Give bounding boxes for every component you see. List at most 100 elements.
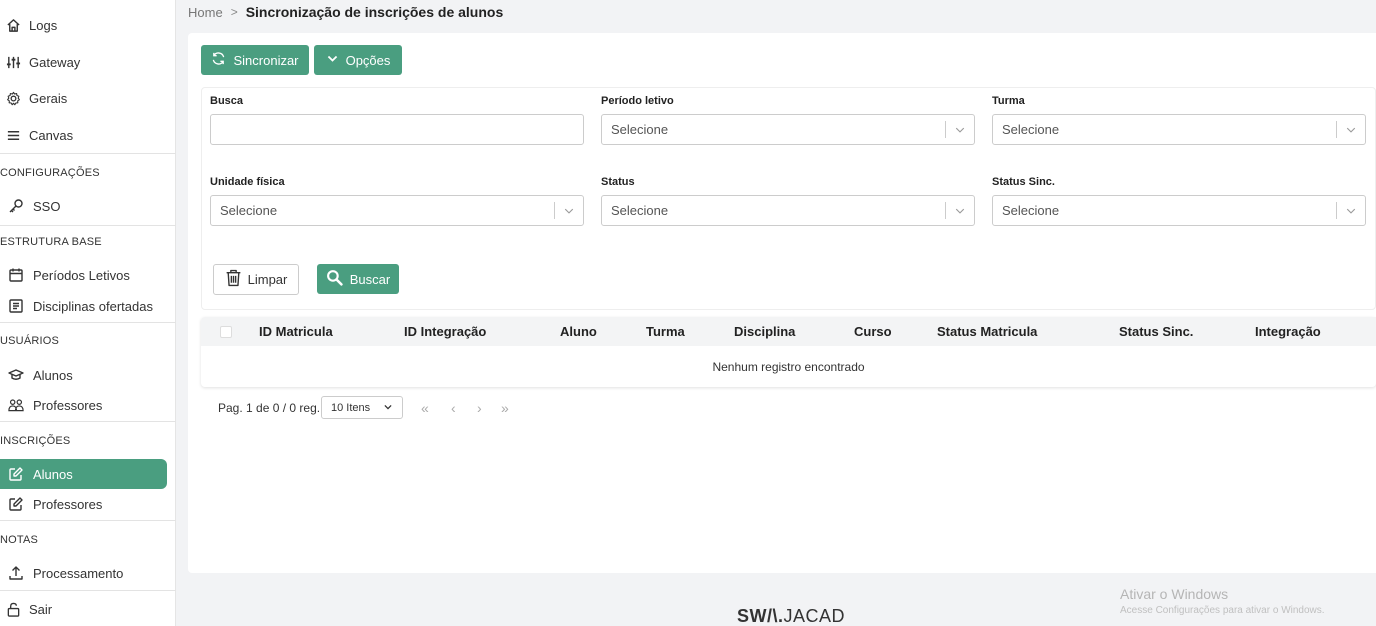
busca-label: Busca	[210, 95, 244, 107]
logo-text-part3: JACAD	[783, 606, 846, 626]
sidebar-item-label: Professores	[33, 397, 103, 413]
turma-placeholder: Selecione	[1002, 122, 1060, 137]
status-label: Status	[601, 176, 635, 188]
sync-button[interactable]: Sincronizar	[201, 45, 309, 75]
chevron-down-icon	[946, 205, 974, 217]
sidebar-item-alunos-usuarios[interactable]: Alunos	[0, 360, 176, 390]
sidebar-item-disciplinas[interactable]: Disciplinas ofertadas	[0, 291, 176, 321]
search-button[interactable]: Buscar	[317, 264, 399, 294]
sidebar-item-label: Alunos	[33, 466, 73, 482]
section-label-inscricoes: INSCRIÇÕES	[0, 435, 71, 447]
sidebar-item-label: Processamento	[33, 565, 124, 581]
sidebar-item-label: Gerais	[29, 90, 68, 106]
clear-button[interactable]: Limpar	[213, 264, 299, 295]
sidebar-item-alunos-inscricoes[interactable]: Alunos	[0, 459, 167, 489]
results-table: ID Matricula ID Integração Aluno Turma D…	[201, 317, 1376, 387]
sidebar-item-label: Professores	[33, 496, 103, 512]
edit-icon	[8, 466, 24, 482]
windows-activation-subtitle: Acesse Configurações para ativar o Windo…	[1120, 605, 1325, 616]
gear-icon	[5, 90, 21, 106]
column-header-status-sinc[interactable]: Status Sinc.	[1119, 324, 1193, 339]
sidebar-item-processamento[interactable]: Processamento	[0, 558, 176, 588]
column-header-id-integracao[interactable]: ID Integração	[404, 324, 486, 339]
edit-icon	[8, 496, 24, 512]
unidade-select[interactable]: Selecione	[210, 195, 584, 226]
breadcrumb-home-link[interactable]: Home	[188, 5, 223, 20]
page-title: Sincronização de inscrições de alunos	[245, 4, 504, 20]
book-icon	[8, 298, 24, 314]
per-page-select[interactable]: 10 Itens	[321, 396, 403, 419]
section-label-notas: NOTAS	[0, 534, 39, 546]
options-button-label: Opções	[345, 52, 391, 68]
column-header-turma[interactable]: Turma	[646, 324, 685, 339]
divider	[0, 421, 176, 422]
chevron-down-icon	[555, 205, 583, 217]
turma-select[interactable]: Selecione	[992, 114, 1366, 145]
column-header-disciplina[interactable]: Disciplina	[734, 324, 795, 339]
sidebar-item-professores-usuarios[interactable]: Professores	[0, 390, 176, 420]
sidebar-item-label: Gateway	[29, 54, 81, 70]
status-placeholder: Selecione	[611, 203, 669, 218]
divider	[0, 520, 176, 521]
unidade-placeholder: Selecione	[220, 203, 278, 218]
chevron-down-icon	[326, 52, 339, 68]
upload-icon	[8, 565, 24, 581]
section-label-usuarios: USUÁRIOS	[0, 335, 60, 347]
status-sinc-select[interactable]: Selecione	[992, 195, 1366, 226]
empty-state-text: Nenhum registro encontrado	[712, 360, 865, 374]
trash-icon	[225, 269, 242, 290]
sync-button-label: Sincronizar	[233, 52, 299, 68]
sliders-icon	[5, 54, 21, 70]
sidebar-item-label: SSO	[33, 198, 61, 214]
windows-activation-title: Ativar o Windows	[1120, 586, 1229, 602]
first-page-icon[interactable]: «	[421, 400, 429, 416]
sidebar-item-gerais[interactable]: Gerais	[0, 83, 176, 113]
turma-label: Turma	[992, 95, 1025, 107]
key-icon	[8, 198, 24, 214]
sidebar-item-label: Sair	[29, 601, 53, 617]
sidebar-item-canvas[interactable]: Canvas	[0, 120, 176, 150]
status-sinc-label: Status Sinc.	[992, 176, 1055, 188]
sidebar-item-label: Alunos	[33, 367, 73, 383]
prev-page-icon[interactable]: ‹	[451, 400, 456, 416]
sidebar-item-sair[interactable]: Sair	[0, 594, 176, 624]
periodo-select[interactable]: Selecione	[601, 114, 975, 145]
chevron-right-icon: >	[230, 5, 238, 19]
sidebar-item-gateway[interactable]: Gateway	[0, 47, 176, 77]
column-header-integracao[interactable]: Integração	[1255, 324, 1321, 339]
divider	[0, 590, 176, 591]
sidebar-item-periodos[interactable]: Períodos Letivos	[0, 260, 176, 290]
sidebar-item-professores-inscricoes[interactable]: Professores	[0, 489, 176, 519]
divider	[0, 153, 176, 154]
section-label-estrutura: ESTRUTURA BASE	[0, 236, 102, 248]
chevron-down-icon	[383, 402, 393, 415]
chevron-down-icon	[946, 124, 974, 136]
home-icon	[5, 17, 21, 33]
chevron-down-icon	[1337, 124, 1365, 136]
logo-text-part2: /\.	[767, 606, 784, 626]
graduation-cap-icon	[8, 367, 24, 383]
calendar-icon	[8, 267, 24, 283]
options-button[interactable]: Opções	[314, 45, 402, 75]
sidebar-item-sso[interactable]: SSO	[0, 191, 176, 221]
periodo-label: Período letivo	[601, 95, 674, 107]
pagination-info: Pag. 1 de 0 / 0 reg.	[218, 401, 321, 415]
breadcrumb: Home > Sincronização de inscrições de al…	[188, 4, 503, 20]
search-button-label: Buscar	[349, 271, 391, 287]
sidebar-item-label: Canvas	[29, 127, 74, 143]
status-sinc-placeholder: Selecione	[1002, 203, 1060, 218]
next-page-icon[interactable]: ›	[477, 400, 482, 416]
last-page-icon[interactable]: »	[501, 400, 509, 416]
search-icon	[326, 269, 343, 289]
users-icon	[8, 397, 24, 413]
select-all-checkbox[interactable]	[220, 326, 232, 338]
column-header-status-matricula[interactable]: Status Matricula	[937, 324, 1037, 339]
column-header-curso[interactable]: Curso	[854, 324, 892, 339]
column-header-id-matricula[interactable]: ID Matricula	[259, 324, 333, 339]
periodo-placeholder: Selecione	[611, 122, 669, 137]
status-select[interactable]: Selecione	[601, 195, 975, 226]
section-label-configuracoes: CONFIGURAÇÕES	[0, 167, 100, 179]
busca-input[interactable]	[210, 114, 584, 145]
column-header-aluno[interactable]: Aluno	[560, 324, 597, 339]
sidebar-item-logs[interactable]: Logs	[0, 10, 176, 40]
